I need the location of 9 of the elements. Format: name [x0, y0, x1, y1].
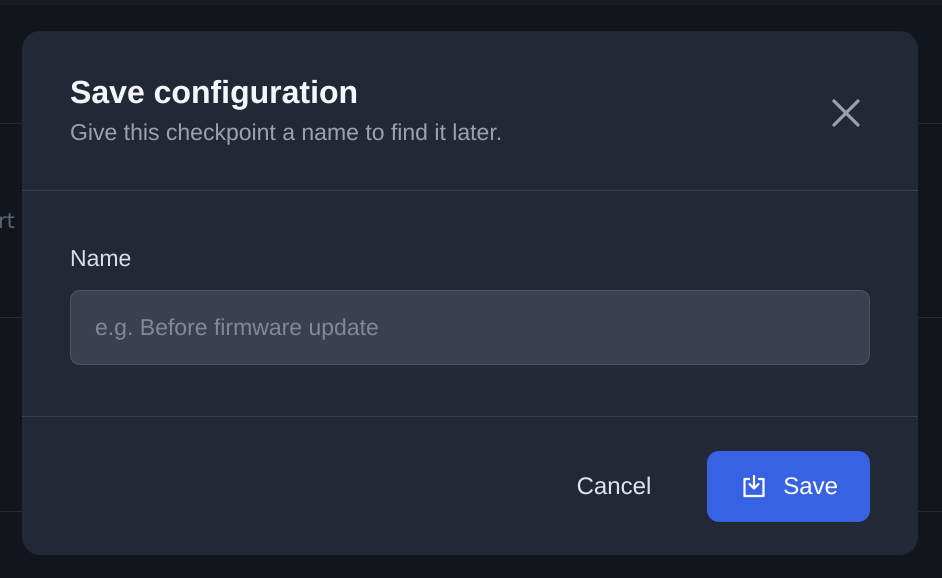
dialog-title: Save configuration — [70, 73, 360, 111]
save-button[interactable]: Save — [707, 451, 870, 522]
name-input[interactable]: e.g. Before firmware update — [70, 290, 870, 365]
dialog-subtitle: Give this checkpoint a name to find it later. — [70, 119, 502, 146]
cancel-button[interactable]: Cancel — [576, 451, 652, 522]
download-tray-icon — [741, 474, 768, 500]
close-icon[interactable] — [830, 97, 862, 129]
field-label: Name — [70, 245, 132, 272]
background-text: rt — [0, 208, 15, 232]
